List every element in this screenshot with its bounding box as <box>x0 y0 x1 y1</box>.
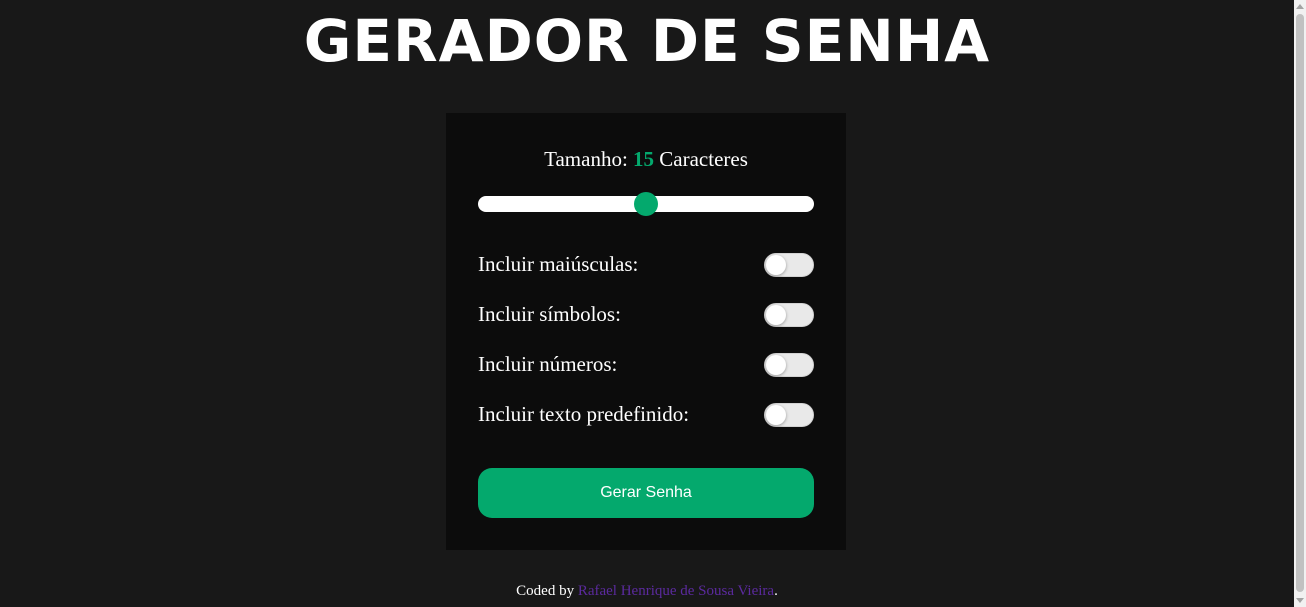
length-value: 15 <box>633 147 655 171</box>
numbers-toggle[interactable] <box>764 353 814 377</box>
password-length-label: Tamanho: 15 Caracteres <box>446 145 846 173</box>
toggle-knob <box>766 405 786 425</box>
scrollbar-thumb[interactable] <box>1296 14 1304 592</box>
scroll-down-icon[interactable] <box>1296 598 1304 603</box>
length-suffix: Caracteres <box>659 147 748 171</box>
toggle-knob <box>766 355 786 375</box>
option-predefined-text-label: Incluir texto predefinido: <box>478 402 690 426</box>
length-slider[interactable] <box>478 192 814 216</box>
option-symbols: Incluir símbolos: <box>478 302 814 329</box>
option-predefined-text: Incluir texto predefinido: <box>478 402 814 429</box>
option-numbers-label: Incluir números: <box>478 352 618 376</box>
predefined-text-toggle[interactable] <box>764 403 814 427</box>
length-prefix: Tamanho: <box>544 147 628 171</box>
footer-credit: Coded by Rafael Henrique de Sousa Vieira… <box>0 581 1294 601</box>
page-title: GERADOR DE SENHA <box>303 7 991 75</box>
uppercase-toggle[interactable] <box>764 253 814 277</box>
generator-card: Tamanho: 15 Caracteres Incluir maiúscula… <box>446 113 846 550</box>
footer-prefix: Coded by <box>516 583 575 599</box>
vertical-scrollbar[interactable] <box>1294 0 1306 607</box>
option-numbers: Incluir números: <box>478 352 814 379</box>
option-symbols-label: Incluir símbolos: <box>478 302 621 326</box>
footer-suffix: . <box>774 583 778 599</box>
toggle-knob <box>766 255 786 275</box>
option-uppercase-label: Incluir maiúsculas: <box>478 252 639 276</box>
symbols-toggle[interactable] <box>764 303 814 327</box>
toggle-knob <box>766 305 786 325</box>
author-link[interactable]: Rafael Henrique de Sousa Vieira <box>578 583 774 599</box>
page: GERADOR DE SENHA Tamanho: 15 Caracteres … <box>0 0 1306 607</box>
scroll-up-icon[interactable] <box>1296 4 1304 9</box>
option-uppercase: Incluir maiúsculas: <box>478 252 814 279</box>
length-slider-thumb[interactable] <box>634 192 658 216</box>
generate-password-button[interactable]: Gerar Senha <box>478 468 814 518</box>
